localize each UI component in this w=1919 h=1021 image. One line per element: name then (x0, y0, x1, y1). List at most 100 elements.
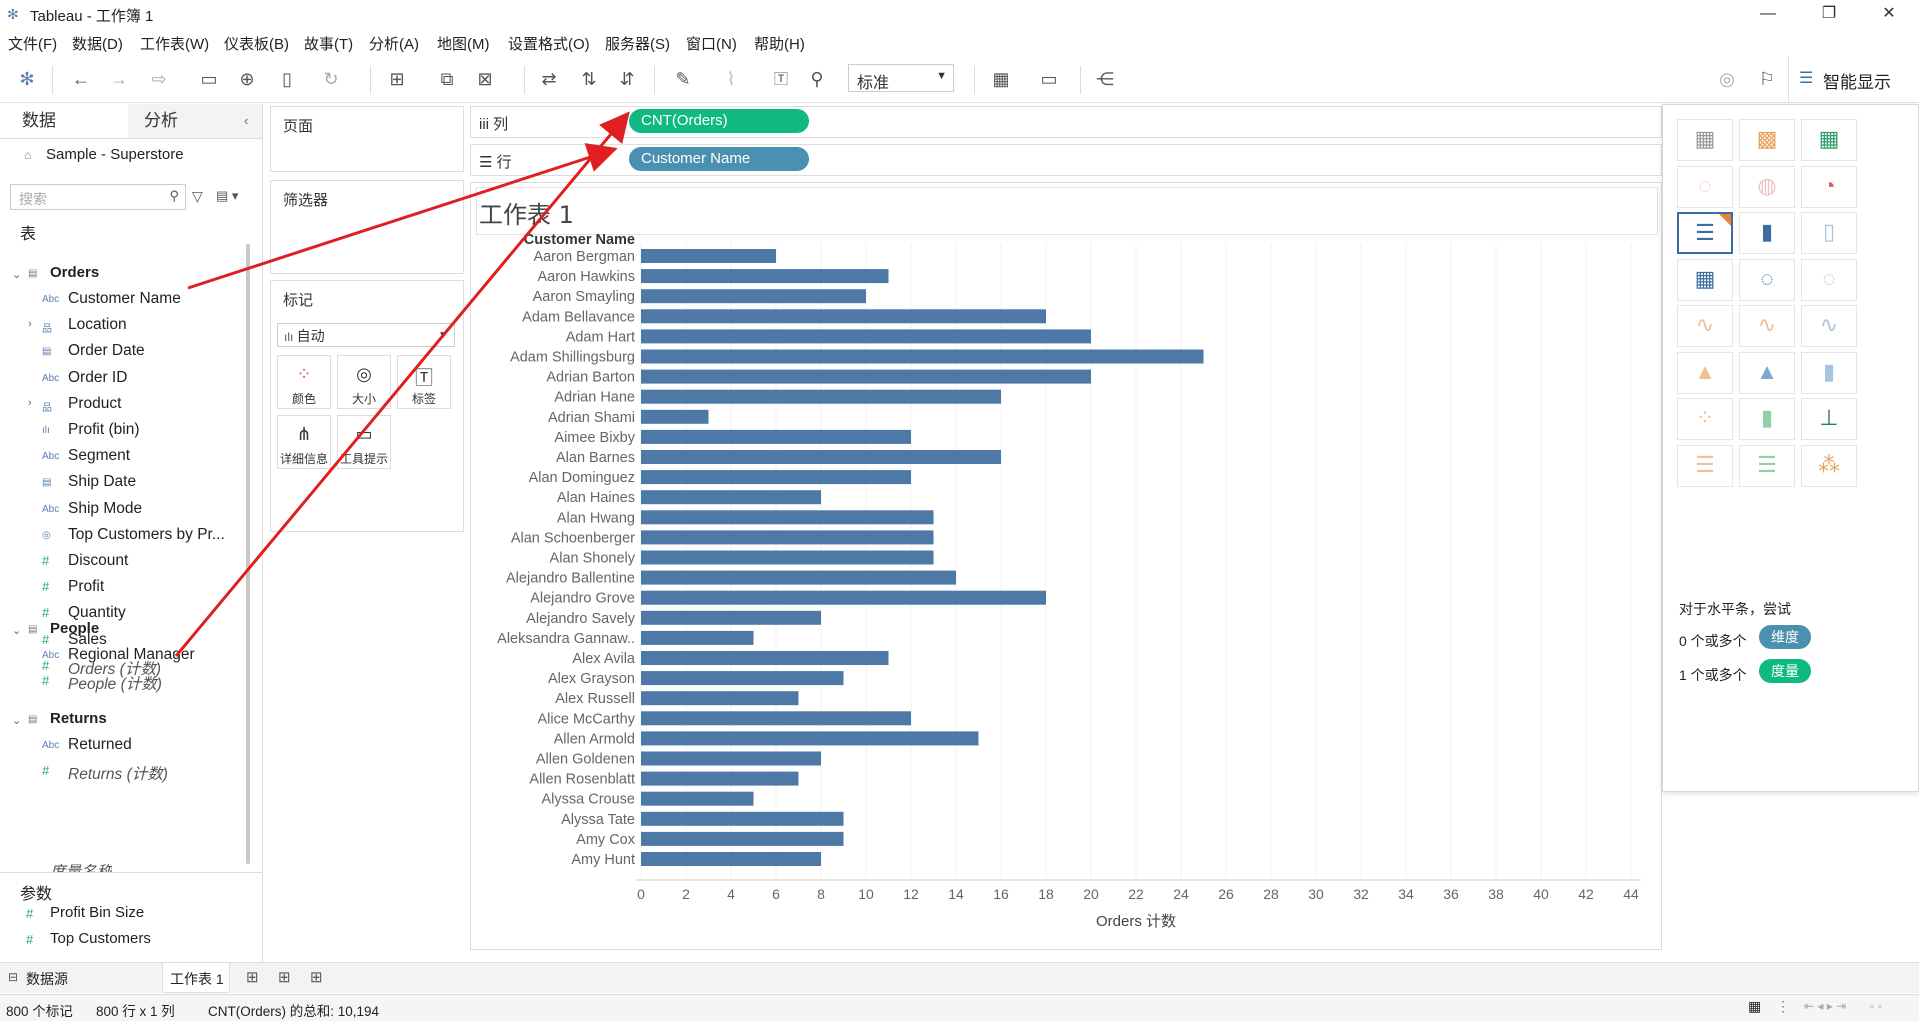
row-label[interactable]: Alex Grayson (548, 671, 635, 687)
dual-lines-icon[interactable]: ∿ (1801, 305, 1857, 347)
bar[interactable] (641, 671, 844, 686)
menu-story[interactable]: 故事(T) (304, 33, 353, 54)
field-item[interactable]: Regional Manager (68, 646, 195, 664)
row-label[interactable]: Alice McCarthy (538, 711, 636, 727)
undo-icon[interactable]: ← (70, 68, 92, 90)
lines-continuous-icon[interactable]: ∿ (1677, 305, 1733, 347)
filter-icon[interactable]: ▽ (192, 188, 203, 205)
view-options-icon[interactable]: ▤ ▾ (216, 188, 238, 204)
group-collapse-icon[interactable]: ⌄ (12, 624, 21, 637)
row-label[interactable]: Amy Cox (576, 832, 636, 848)
bar[interactable] (641, 530, 934, 545)
sheet1-tab[interactable]: 工作表 1 (170, 969, 224, 989)
filters-card[interactable]: 筛选器 (270, 180, 464, 274)
menu-file[interactable]: 文件(F) (8, 33, 57, 54)
field-item[interactable]: Order ID (68, 369, 127, 387)
mark-type-select[interactable]: ılı 自动 ▼ (277, 323, 455, 347)
filled-map-icon[interactable]: ◍ (1739, 165, 1795, 208)
menu-analysis[interactable]: 分析(A) (369, 33, 419, 54)
pie-chart-icon[interactable]: ◔ (1801, 165, 1857, 208)
row-label[interactable]: Alyssa Tate (561, 812, 635, 828)
redo-icon[interactable]: → (108, 68, 130, 90)
bar[interactable] (641, 852, 821, 866)
menu-server[interactable]: 服务器(S) (605, 33, 670, 54)
cnt-orders-pill[interactable]: CNT(Orders) (629, 109, 809, 133)
field-item[interactable]: Customer Name (68, 290, 181, 308)
stacked-bars-icon[interactable]: ▮ (1739, 212, 1795, 254)
bar[interactable] (641, 590, 1046, 605)
row-label[interactable]: Alan Shonely (550, 551, 636, 567)
bar[interactable] (641, 289, 866, 304)
data-pane-scrollbar[interactable] (246, 244, 250, 864)
treemap-icon[interactable]: ▦ (1677, 258, 1733, 301)
tab-scroll-icons[interactable]: ▫ ▫ (1870, 999, 1882, 1013)
field-item[interactable]: Top Customers by Pr... (68, 526, 225, 544)
bar[interactable] (641, 409, 709, 424)
row-label[interactable]: Alyssa Crouse (542, 792, 635, 808)
row-label[interactable]: Allen Armold (554, 731, 635, 747)
scatter-plot-icon[interactable]: ⁘ (1677, 398, 1733, 440)
highlight-table-icon[interactable]: ▦ (1801, 119, 1857, 161)
bar[interactable] (641, 651, 889, 665)
param-profit-bin-size[interactable]: Profit Bin Size (50, 904, 144, 921)
datasource-tab[interactable]: 数据源 (26, 969, 68, 989)
row-label[interactable]: Aleksandra Gannaw.. (497, 631, 635, 647)
row-label[interactable]: Adam Shillingsburg (510, 350, 635, 366)
highlight-icon[interactable]: ✎ (672, 68, 694, 90)
row-label[interactable]: Aaron Bergman (533, 249, 635, 265)
show-labels-icon[interactable]: 🅃 (770, 68, 792, 90)
area-continuous-icon[interactable]: ▲ (1677, 351, 1733, 394)
table-group-people[interactable]: People (50, 620, 99, 637)
dual-combination-icon[interactable]: ▮ (1801, 351, 1857, 394)
field-item[interactable]: Location (68, 316, 127, 334)
row-label[interactable]: Adam Bellavance (522, 309, 635, 325)
fix-axes-icon[interactable]: ⚲ (806, 68, 828, 90)
bar[interactable] (641, 630, 754, 645)
histogram-icon[interactable]: ▮ (1739, 398, 1795, 440)
group-collapse-icon[interactable]: ⌄ (12, 714, 21, 727)
row-label[interactable]: Adrian Barton (546, 370, 635, 386)
box-whisker-icon[interactable]: ⊥ (1801, 398, 1857, 440)
grid-view-icon[interactable]: ▦ (1748, 998, 1761, 1015)
bar[interactable] (641, 711, 911, 726)
row-label[interactable]: Alan Dominguez (529, 470, 635, 486)
row-label[interactable]: Aimee Bixby (554, 430, 635, 446)
duplicate-sheet-icon[interactable]: ⧉ (436, 68, 458, 90)
row-label[interactable]: Alan Schoenberger (511, 530, 635, 546)
symbol-map-icon[interactable]: ◌ (1677, 165, 1733, 208)
bar[interactable] (641, 389, 1001, 404)
row-label[interactable]: Allen Rosenblatt (529, 772, 635, 788)
group-collapse-icon[interactable]: ⌄ (12, 268, 21, 281)
field-item[interactable]: Discount (68, 552, 128, 570)
field-item[interactable]: Profit (68, 578, 104, 596)
size-button[interactable]: ◎ 大小 (337, 355, 391, 409)
row-label[interactable]: Alan Haines (557, 490, 635, 506)
row-label[interactable]: Allen Goldenen (536, 752, 635, 768)
menu-help[interactable]: 帮助(H) (754, 33, 805, 54)
label-button[interactable]: 🅃 标签 (397, 355, 451, 409)
area-discrete-icon[interactable]: ▲ (1739, 351, 1795, 394)
new-sheet-icon[interactable]: ⊞ (386, 68, 408, 90)
row-label[interactable]: Alejandro Savely (526, 611, 636, 627)
customer-name-pill[interactable]: Customer Name (629, 147, 809, 171)
close-button[interactable]: ✕ (1866, 2, 1912, 26)
detail-button[interactable]: ⋔ 详细信息 (277, 415, 331, 469)
circle-views-icon[interactable]: ◌ (1739, 258, 1795, 301)
menu-data[interactable]: 数据(D) (72, 33, 123, 54)
side-by-side-bars-icon[interactable]: ▯ (1801, 212, 1857, 254)
fit-select[interactable]: 标准 ▼ (848, 64, 954, 92)
pause-update-icon[interactable]: ▯ (276, 68, 298, 90)
table-group-returns[interactable]: Returns (50, 710, 107, 727)
bar[interactable] (641, 751, 821, 766)
row-label[interactable]: Alan Barnes (556, 450, 635, 466)
new-datasource-icon[interactable]: ⊕ (236, 68, 258, 90)
expand-icon[interactable]: › (28, 318, 32, 330)
new-sheet-tab-icon[interactable]: ⊞ (246, 968, 259, 986)
row-label[interactable]: Adam Hart (566, 329, 635, 345)
x-axis-title[interactable]: Orders 计数 (1096, 913, 1176, 930)
bar[interactable] (641, 269, 889, 284)
tooltip-button[interactable]: ▭ 工具提示 (337, 415, 391, 469)
smart-display-tab[interactable]: ☰ 智能显示 (1788, 56, 1919, 102)
row-label[interactable]: Alex Avila (572, 651, 636, 667)
menu-dashboard[interactable]: 仪表板(B) (224, 33, 289, 54)
